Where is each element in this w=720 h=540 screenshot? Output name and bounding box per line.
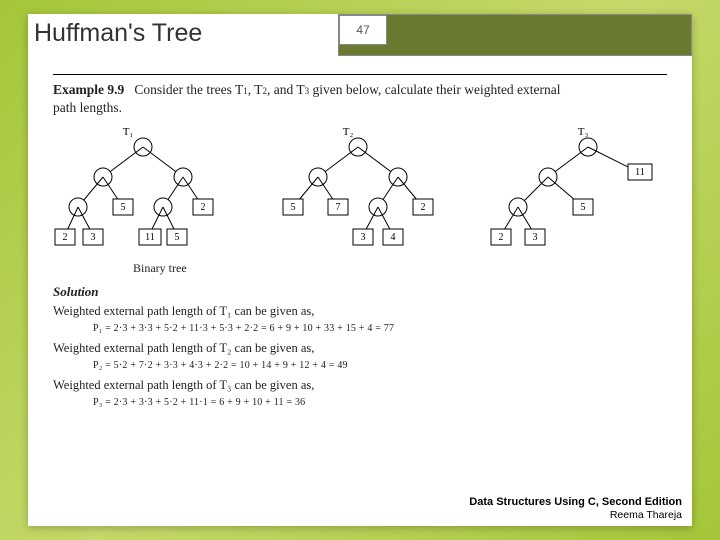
trees-row: T₁ 5 2 3 (53, 127, 667, 255)
rule-top (53, 74, 667, 75)
example-prompt: Example 9.9 Consider the trees T1, T2, a… (53, 81, 667, 99)
svg-text:5: 5 (175, 232, 180, 243)
svg-text:3: 3 (361, 232, 366, 243)
equation-2: P₂ = 5·2 + 7·2 + 3·3 + 4·3 + 2·2 = 10 + … (93, 360, 667, 371)
tree-t3: T₃ 11 5 2 3 (473, 127, 663, 255)
svg-text:2: 2 (421, 202, 426, 213)
calc-line-1: Weighted external path length of T₁ can … (53, 303, 667, 320)
example-prompt-2: path lengths. (53, 99, 667, 117)
svg-text:4: 4 (391, 232, 396, 243)
footer-book: Data Structures Using C, Second Edition (469, 496, 682, 509)
svg-text:5: 5 (291, 202, 296, 213)
svg-text:2: 2 (499, 232, 504, 243)
calc-line-2: Weighted external path length of T₂ can … (53, 340, 667, 357)
svg-text:11: 11 (635, 167, 645, 178)
equation-1: P₁ = 2·3 + 3·3 + 5·2 + 11·3 + 5·3 + 2·2 … (93, 323, 667, 334)
tree-label: T₂ (343, 126, 354, 138)
svg-text:5: 5 (121, 202, 126, 213)
calc-line-3: Weighted external path length of T₃ can … (53, 377, 667, 394)
page-title: Huffman's Tree (34, 19, 202, 48)
header: Huffman's Tree 47 (28, 14, 692, 64)
footer-author: Reema Thareja (469, 509, 682, 522)
svg-text:2: 2 (201, 202, 206, 213)
figure-caption: Binary tree (133, 261, 667, 276)
svg-text:2: 2 (63, 232, 68, 243)
tree-label: T₃ (578, 126, 589, 138)
slide: Huffman's Tree 47 Example 9.9 Consider t… (28, 14, 692, 526)
footer: Data Structures Using C, Second Edition … (469, 496, 682, 522)
tree-t1: T₁ 5 2 3 (53, 127, 233, 255)
svg-text:11: 11 (145, 232, 155, 243)
tree-label: T₁ (123, 126, 134, 138)
tree-t2: T₂ 5 7 2 3 (263, 127, 443, 255)
solution-heading: Solution (53, 284, 667, 300)
content: Example 9.9 Consider the trees T1, T2, a… (53, 72, 667, 414)
page-number: 47 (339, 15, 387, 45)
svg-text:5: 5 (581, 202, 586, 213)
equation-3: P₃ = 2·3 + 3·3 + 5·2 + 11·1 = 6 + 9 + 10… (93, 397, 667, 408)
page-number-box: 47 (338, 14, 692, 56)
svg-text:7: 7 (336, 202, 341, 213)
example-label: Example 9.9 (53, 82, 124, 97)
svg-text:3: 3 (91, 232, 96, 243)
svg-text:3: 3 (533, 232, 538, 243)
